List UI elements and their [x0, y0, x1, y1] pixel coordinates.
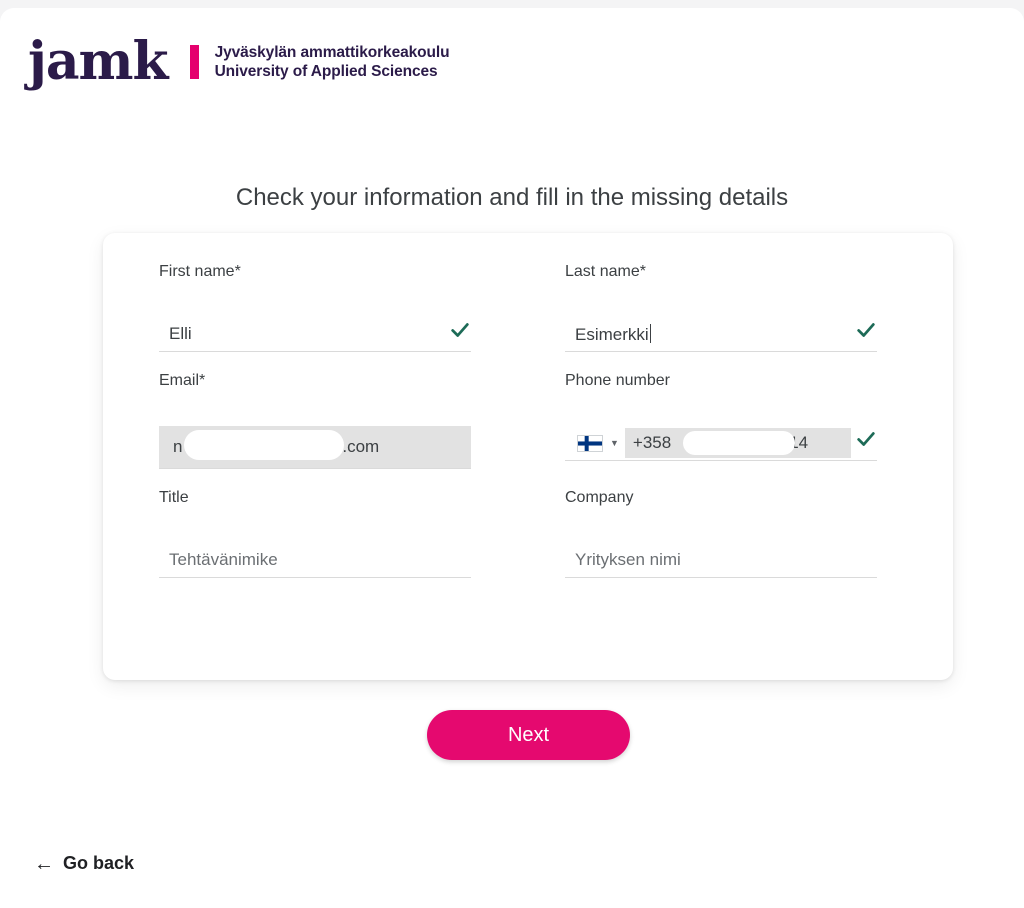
- valid-check-icon: [857, 323, 875, 337]
- form-grid: First name* Elli Last name* Esimerkki Em…: [159, 263, 877, 598]
- brand-divider-bar: [189, 45, 199, 79]
- chevron-down-icon[interactable]: ▼: [610, 438, 619, 448]
- brand-subtitle: Jyväskylän ammattikorkeakoulu University…: [215, 43, 450, 81]
- title-input[interactable]: Tehtävänimike: [159, 543, 471, 578]
- field-last-name: Last name* Esimerkki: [565, 263, 877, 372]
- next-button[interactable]: Next: [427, 710, 630, 760]
- phone-redaction: [682, 431, 795, 455]
- last-name-value: Esimerkki: [565, 323, 877, 345]
- phone-number-field[interactable]: +358 14: [624, 428, 851, 458]
- page-surface: jamk Jyväskylän ammattikorkeakoulu Unive…: [0, 8, 1024, 908]
- arrow-left-icon: ←: [34, 852, 54, 875]
- brand-wordmark: jamk: [28, 31, 169, 92]
- first-name-label: First name*: [159, 263, 241, 280]
- page-title: Check your information and fill in the m…: [235, 184, 789, 211]
- grid-gap: [471, 489, 565, 598]
- phone-country-code: +358: [632, 433, 672, 452]
- phone-label: Phone number: [565, 372, 670, 389]
- field-email: Email* nxxxxxxxxxxxx@gmail.com: [159, 372, 471, 489]
- valid-check-icon: [451, 323, 469, 337]
- company-label: Company: [565, 489, 634, 506]
- email-redaction: [184, 430, 344, 460]
- first-name-value: Elli: [169, 324, 192, 343]
- go-back-link[interactable]: ← Go back: [34, 853, 134, 874]
- email-input: nxxxxxxxxxxxx@gmail.com: [159, 426, 471, 469]
- brand-subtitle-line-en: University of Applied Sciences: [214, 63, 438, 80]
- company-input[interactable]: Yrityksen nimi: [565, 543, 877, 578]
- text-cursor: [649, 323, 651, 343]
- last-name-label: Last name*: [565, 263, 646, 280]
- company-placeholder: Yrityksen nimi: [575, 550, 681, 569]
- first-name-input[interactable]: Elli: [159, 317, 471, 352]
- field-company: Company Yrityksen nimi: [565, 489, 877, 598]
- jamk-logo: jamk Jyväskylän ammattikorkeakoulu Unive…: [28, 31, 450, 92]
- form-card: First name* Elli Last name* Esimerkki Em…: [103, 233, 953, 680]
- field-phone: Phone number ▼ +358 14: [565, 372, 877, 489]
- last-name-input[interactable]: Esimerkki: [565, 317, 877, 352]
- grid-gap: [471, 263, 565, 372]
- finland-flag-icon: [577, 434, 603, 452]
- go-back-label: Go back: [63, 853, 135, 873]
- last-name-text: Esimerkki: [575, 324, 649, 344]
- phone-input-row[interactable]: ▼ +358 14: [565, 426, 877, 461]
- brand-subtitle-line-fi: Jyväskylän ammattikorkeakoulu: [214, 44, 450, 61]
- email-label: Email*: [159, 372, 206, 389]
- valid-check-icon: [857, 432, 875, 446]
- grid-gap: [471, 372, 565, 489]
- field-first-name: First name* Elli: [159, 263, 471, 372]
- field-title: Title Tehtävänimike: [159, 489, 471, 598]
- title-placeholder: Tehtävänimike: [169, 550, 278, 569]
- title-label: Title: [159, 489, 189, 506]
